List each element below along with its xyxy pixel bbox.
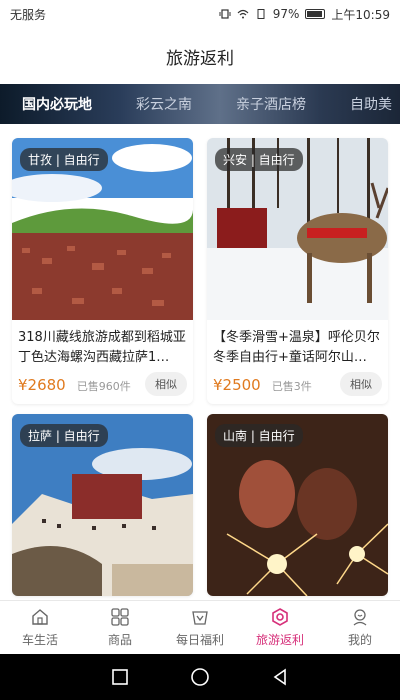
product-card[interactable]: 甘孜 | 自由行 318川藏线旅游成都到稻城亚丁色达海螺沟西藏拉萨1… ¥268… (12, 138, 193, 404)
nav-item-che-shenghuo[interactable]: 车生活 (0, 601, 80, 654)
nav-item-meiri-fuli[interactable]: 每日福利 (160, 601, 240, 654)
product-image: 山南 | 自由行 (207, 414, 388, 596)
similar-button[interactable]: 相似 (340, 372, 382, 396)
page-title: 旅游返利 (166, 48, 234, 69)
product-card[interactable]: 山南 | 自由行 (207, 414, 388, 596)
product-card[interactable]: 拉萨 | 自由行 (12, 414, 193, 596)
nav-label: 商品 (107, 633, 132, 647)
bottom-nav: 车生活 商品 每日福利 旅游返利 我的 (0, 600, 400, 654)
category-tabs: 国内必玩地 彩云之南 亲子酒店榜 自助美 (0, 84, 400, 124)
similar-button[interactable]: 相似 (145, 372, 187, 396)
product-grid: 甘孜 | 自由行 318川藏线旅游成都到稻城亚丁色达海螺沟西藏拉萨1… ¥268… (12, 138, 388, 596)
product-title: 318川藏线旅游成都到稻城亚丁色达海螺沟西藏拉萨1… (18, 330, 186, 365)
product-card[interactable]: 兴安 | 自由行 【冬季滑雪+温泉】呼伦贝尔冬季自由行+童话阿尔山… ¥2500… (207, 138, 388, 404)
nav-label: 每日福利 (175, 633, 224, 647)
nav-item-wode[interactable]: 我的 (320, 601, 400, 654)
system-nav-bar (0, 654, 400, 700)
clock: 上午10:59 (331, 7, 390, 22)
product-image: 兴安 | 自由行 (207, 138, 388, 320)
sim-icon (257, 9, 265, 19)
sold-count: 已售960件 (76, 379, 131, 393)
nav-label: 旅游返利 (255, 633, 304, 647)
nav-item-lvyou-fanli[interactable]: 旅游返利 (240, 601, 320, 654)
location-tag: 兴安 | 自由行 (215, 148, 303, 171)
travel-icon (272, 608, 288, 626)
product-price: ¥2680 (18, 375, 66, 394)
location-tag: 山南 | 自由行 (215, 424, 303, 447)
status-bar: 无服务 97% 上午10:59 (0, 0, 400, 28)
location-tag: 拉萨 | 自由行 (20, 424, 108, 447)
product-image: 拉萨 | 自由行 (12, 414, 193, 596)
tab-guonei[interactable]: 国内必玩地 (0, 94, 114, 114)
tab-qinzi[interactable]: 亲子酒店榜 (214, 94, 328, 114)
location-tag: 甘孜 | 自由行 (20, 148, 108, 171)
grid-icon (111, 608, 129, 626)
carrier-label: 无服务 (10, 7, 47, 22)
vibrate-icon (219, 9, 231, 19)
home-icon (32, 609, 48, 625)
status-icons: 97% 上午10:59 (219, 6, 390, 23)
product-image: 甘孜 | 自由行 (12, 138, 193, 320)
tab-caiyun[interactable]: 彩云之南 (114, 94, 214, 114)
battery-percent: 97% (272, 7, 300, 21)
home-button-icon[interactable] (190, 667, 210, 687)
gift-icon (192, 611, 208, 625)
battery-icon (305, 9, 326, 19)
back-icon[interactable] (271, 668, 289, 686)
product-title: 【冬季滑雪+温泉】呼伦贝尔冬季自由行+童话阿尔山… (213, 330, 380, 365)
nav-label: 我的 (347, 633, 372, 647)
nav-label: 车生活 (21, 633, 58, 647)
recents-icon[interactable] (111, 668, 129, 686)
product-price: ¥2500 (213, 375, 261, 394)
profile-icon (353, 609, 367, 626)
nav-item-shangpin[interactable]: 商品 (80, 601, 160, 654)
tab-zizhu[interactable]: 自助美 (328, 94, 400, 114)
wifi-icon (237, 9, 249, 19)
sold-count: 已售3件 (271, 379, 312, 393)
